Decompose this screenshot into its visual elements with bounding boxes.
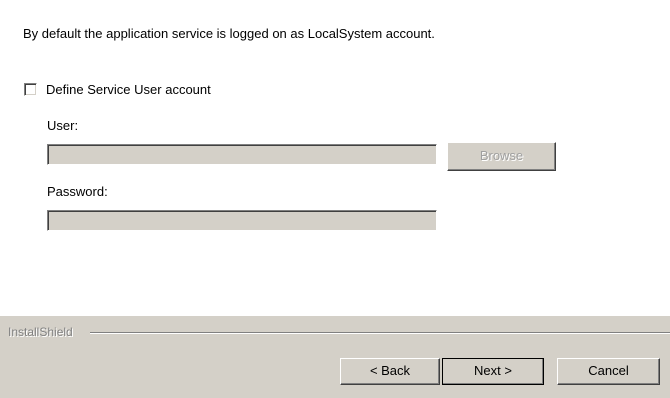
installshield-divider: InstallShield <box>0 325 670 339</box>
user-input[interactable] <box>47 144 437 165</box>
define-service-user-checkbox[interactable] <box>24 83 37 96</box>
next-button[interactable]: Next > <box>442 358 544 385</box>
cancel-button[interactable]: Cancel <box>557 358 660 385</box>
installshield-brand: InstallShield <box>8 325 73 339</box>
user-label: User: <box>47 118 79 133</box>
back-button[interactable]: < Back <box>340 358 440 385</box>
etched-line <box>90 332 670 334</box>
content-panel: By default the application service is lo… <box>0 0 670 316</box>
password-input[interactable] <box>47 210 437 231</box>
description-text: By default the application service is lo… <box>23 26 435 41</box>
password-label: Password: <box>47 184 108 199</box>
browse-button[interactable]: Browse <box>447 142 556 171</box>
define-service-user-label[interactable]: Define Service User account <box>46 82 211 97</box>
